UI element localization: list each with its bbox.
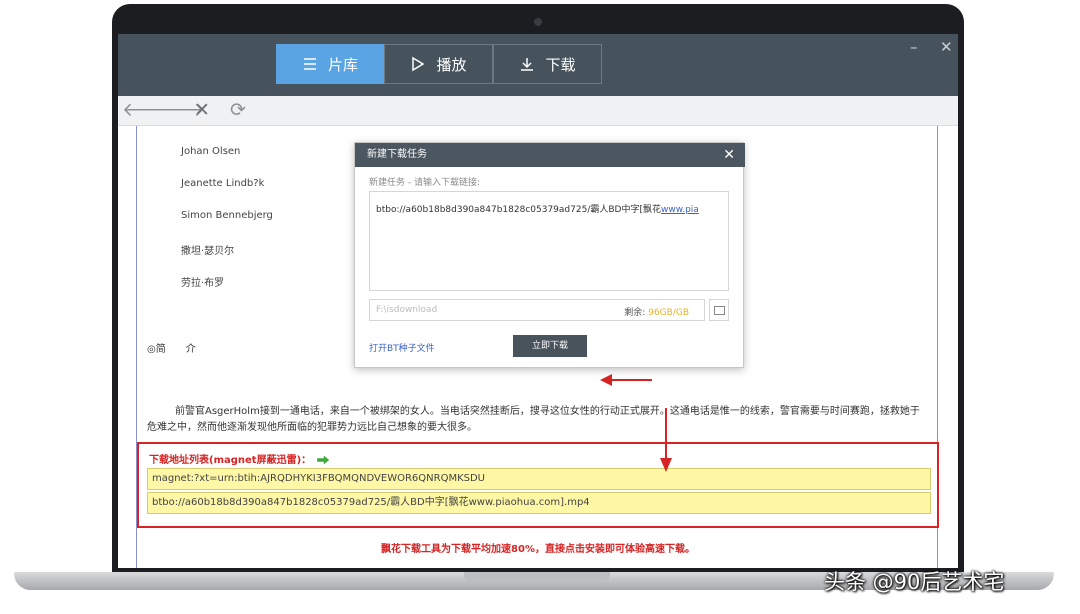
cast-name: Johan Olsen bbox=[181, 146, 241, 157]
cast-name: Simon Bennebjerg bbox=[181, 210, 273, 221]
annotation-arrow-left bbox=[610, 379, 652, 381]
tab-download[interactable]: 下载 bbox=[493, 44, 602, 84]
download-now-button[interactable]: 立即下载 bbox=[513, 335, 587, 357]
annotation-arrowhead-down bbox=[660, 458, 672, 472]
download-link-url: www.pia bbox=[660, 205, 699, 215]
open-bt-file-link[interactable]: 打开BT种子文件 bbox=[369, 341, 435, 354]
laptop-notch bbox=[464, 572, 610, 583]
cast-name: 劳拉·布罗 bbox=[181, 278, 225, 289]
app-title-bar: 片库 播放 下载 – ✕ bbox=[118, 34, 958, 96]
stop-icon[interactable]: ✕ bbox=[194, 100, 210, 120]
browser-toolbar: 🡐 🡒 ✕ ⟳ bbox=[118, 96, 958, 126]
dialog-title: 新建下载任务 bbox=[367, 149, 427, 160]
menu-icon bbox=[302, 56, 318, 72]
promo-link[interactable]: 飘花下载工具为下载平均加速80%，直接点击安装即可体验高速下载。 bbox=[137, 540, 939, 555]
download-icon bbox=[519, 56, 535, 72]
main-tabs: 片库 播放 下载 bbox=[276, 44, 602, 84]
tab-play[interactable]: 播放 bbox=[384, 44, 493, 84]
download-list-title: 下载地址列表(magnet屏蔽迅雷)： bbox=[149, 451, 330, 466]
browse-folder-button[interactable] bbox=[709, 299, 729, 321]
intro-paragraph: 前警官AsgerHolm接到一通电话，来自一个被绑架的女人。当电话突然挂断后，搜… bbox=[147, 406, 920, 433]
close-window-button[interactable]: ✕ bbox=[940, 38, 953, 56]
watermark: 头条 @90后艺术宅 bbox=[824, 570, 1005, 594]
free-space-value: 96GB/GB bbox=[648, 308, 689, 318]
cast-name: 撒坦·瑟贝尔 bbox=[181, 246, 235, 257]
download-list-box: 下载地址列表(magnet屏蔽迅雷)： magnet:?xt=urn:btih:… bbox=[137, 442, 939, 528]
annotation-arrowhead-left bbox=[600, 374, 612, 386]
dialog-subtitle: 新建任务 - 请输入下载链接: bbox=[369, 178, 481, 188]
tab-library[interactable]: 片库 bbox=[276, 44, 384, 84]
intro-heading: ◎简 介 bbox=[147, 344, 196, 355]
webcam bbox=[534, 18, 542, 26]
download-link-text: btbo://a60b18b8d390a847b1828c05379ad725/… bbox=[376, 205, 661, 215]
tab-download-label: 下载 bbox=[545, 55, 576, 74]
green-arrow-icon bbox=[317, 455, 330, 465]
free-space-label: 剩余: bbox=[624, 308, 646, 318]
refresh-icon[interactable]: ⟳ bbox=[230, 100, 246, 120]
minimize-button[interactable]: – bbox=[910, 38, 918, 56]
screenshot-stage: 片库 播放 下载 – ✕ 🡐 🡒 ✕ ⟳ Johan Olsen Jeanett… bbox=[0, 0, 1080, 614]
annotation-arrow-down bbox=[665, 408, 667, 460]
folder-icon bbox=[714, 306, 725, 315]
dialog-header: 新建下载任务 ✕ bbox=[355, 143, 745, 167]
download-link-input[interactable]: btbo://a60b18b8d390a847b1828c05379ad725/… bbox=[369, 191, 729, 291]
magnet-link[interactable]: magnet:?xt=urn:btih:AJRQDHYKI3FBQMQNDVEW… bbox=[147, 468, 931, 490]
tab-play-label: 播放 bbox=[436, 55, 467, 74]
cast-name: Jeanette Lindb?k bbox=[181, 178, 265, 189]
free-space: 剩余: 96GB/GB bbox=[624, 305, 689, 318]
download-list-title-text: 下载地址列表(magnet屏蔽迅雷)： bbox=[149, 455, 312, 466]
new-download-dialog: 新建下载任务 ✕ 新建任务 - 请输入下载链接: btbo://a60b18b8… bbox=[354, 142, 745, 368]
dialog-close-icon[interactable]: ✕ bbox=[723, 143, 735, 167]
btbo-link[interactable]: btbo://a60b18b8d390a847b1828c05379ad725/… bbox=[147, 492, 931, 514]
play-icon bbox=[410, 56, 426, 72]
tab-library-label: 片库 bbox=[327, 55, 358, 74]
laptop-screen: 片库 播放 下载 – ✕ 🡐 🡒 ✕ ⟳ Johan Olsen Jeanett… bbox=[118, 34, 958, 568]
